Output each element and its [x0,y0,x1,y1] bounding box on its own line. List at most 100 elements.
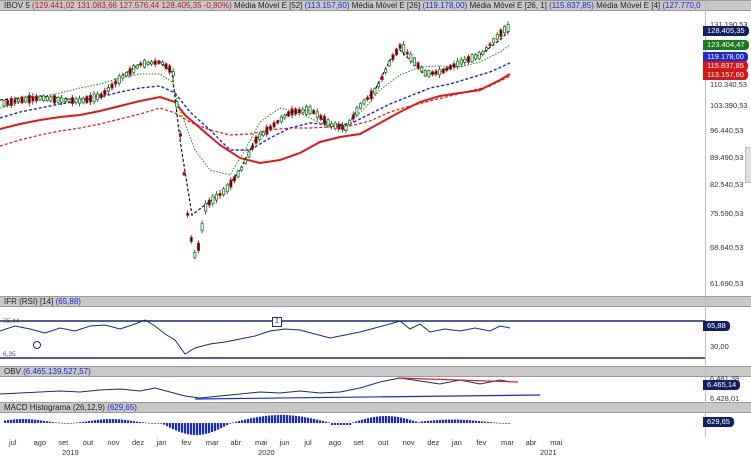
candle-body [27,94,31,104]
candle-body [89,94,93,103]
candle-body [81,97,85,104]
obv-panel[interactable]: OBV (6.465.139.527,57) 6.481,38 6.428,01… [0,366,751,402]
macd-bar [304,417,307,423]
candle-body [63,98,67,103]
macd-bar [385,416,388,423]
candle-body [135,64,139,69]
candle-body [258,133,262,141]
candle-body [204,202,208,212]
time-axis[interactable]: jul ago set out nov dez jan fev mar abr mai jun jul a… [0,437,751,457]
macd-bar [109,419,112,423]
macd-bar [499,422,502,424]
macd-bar [52,422,55,423]
macd-bar [58,422,61,424]
macd-bar [373,416,376,423]
rsi-tick: 30,00 [710,342,729,351]
candle-body [265,126,269,135]
macd-bar [250,418,253,423]
macd-bar [76,422,79,424]
candle-body [495,34,499,40]
candle-body [348,119,352,126]
macd-bar [199,423,202,435]
price-tick: 96.440,53 [710,126,744,135]
macd-bar [307,417,310,423]
candle-body [139,62,143,66]
candle-body [319,114,323,120]
candle-body [74,98,78,104]
candle-body [279,116,283,123]
macd-bar [505,423,508,424]
obv-trendline-blue [194,394,541,400]
macd-bar [163,423,166,425]
macd-bar [211,423,214,433]
candle-body [117,75,121,84]
obv-chart[interactable] [0,366,705,402]
candle-body [373,88,377,95]
macd-bar [322,421,325,423]
macd-bar [157,422,160,424]
candle-body [31,96,35,102]
candle-body [20,96,24,104]
candle-body [243,159,247,164]
price-chart[interactable] [0,0,705,296]
candle-body [9,97,13,106]
macd-bar [160,423,163,424]
candle-body [355,107,359,116]
macd-bar [406,418,409,423]
macd-panel[interactable]: MACD Histograma (26,12,9) (629,65) 629,6… [0,402,751,437]
macd-bar [349,423,352,425]
macd-bar [178,423,181,432]
macd-bar [238,421,241,423]
macd-bar [421,421,424,423]
candle-body [362,99,366,105]
macd-bar [472,420,475,423]
candle-body [420,66,424,72]
macd-bar [478,421,481,423]
candle-body [186,212,190,216]
ma52-tag: 113.157,60 [703,70,748,80]
macd-bar [454,419,457,423]
macd-bar [403,418,406,423]
macd-bar [292,415,295,423]
macd-bar [34,419,37,423]
macd-chart[interactable] [0,402,705,437]
macd-bar [391,416,394,423]
candle-body [125,72,129,77]
rsi-chart[interactable] [0,296,705,366]
candle-body [506,24,510,32]
price-panel[interactable]: IBOV 5 (129.441,02 131.083,66 127.576,44… [0,0,751,296]
macd-bar [241,420,244,423]
obv-tick-bottom: 6.428,01 [710,394,740,402]
month-label: jan [451,438,462,447]
candle-body [301,108,305,113]
candle-body [254,136,258,144]
month-label: jul [304,438,312,447]
macd-bar [79,422,82,423]
macd-bar [226,423,229,426]
macd-bar [445,419,448,423]
rsi-line-marker[interactable]: 1 [272,317,282,327]
macd-bar [220,423,223,429]
macd-bar [49,421,52,423]
macd-bar [229,423,232,424]
rsi-panel[interactable]: IFR (RSI) [14] (65,88) 75,44 6,35 1 30,0… [0,296,751,366]
macd-bar [205,423,208,434]
year-label-2019: 2019 [62,448,79,457]
macd-bar [196,423,199,435]
macd-bar [430,420,433,423]
price-tick: 68.640,53 [710,243,744,252]
month-label: nov [107,438,120,447]
macd-bar [433,420,436,423]
macd-bar [415,421,418,423]
macd-bar [208,423,211,434]
macd-bar [490,422,493,423]
price-scale-scrollbar[interactable] [745,147,751,183]
macd-bar [88,420,91,423]
candle-body [427,70,431,78]
macd-bar [346,423,349,425]
candle-body [387,60,391,67]
rsi-circle-marker[interactable] [33,341,41,349]
month-label: ago [328,438,342,447]
candle-body [92,93,96,102]
macd-bar [172,423,175,430]
